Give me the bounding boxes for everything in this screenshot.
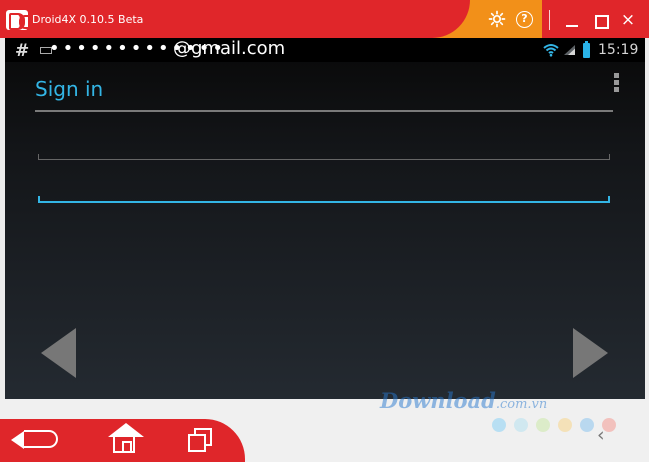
help-icon[interactable]: ?: [516, 11, 533, 28]
home-button[interactable]: [104, 423, 146, 456]
back-button[interactable]: [11, 424, 62, 456]
droid4x-logo: [6, 10, 28, 30]
sign-in-title: Sign in: [35, 77, 104, 101]
overflow-menu-icon[interactable]: [610, 73, 622, 95]
droid4x-window: Droid4X 0.10.5 Beta ? × # 15:19 Sign in …: [0, 0, 649, 462]
watermark-dot: [514, 418, 528, 432]
chevron-left-icon: ‹: [597, 424, 605, 446]
watermark-dot: [580, 418, 594, 432]
close-button[interactable]: ×: [618, 10, 638, 30]
recent-apps-button[interactable]: [180, 424, 222, 456]
back-icon: [11, 430, 58, 449]
password-field[interactable]: •••••••••••••: [38, 38, 610, 70]
watermark-dot: [492, 418, 506, 432]
header-divider: [35, 110, 613, 112]
download-watermark: Download.com.vn: [380, 388, 547, 413]
watermark-domain: .com.vn: [495, 397, 548, 412]
android-screen: # 15:19 Sign in @gmail.com •••••••••••••: [5, 38, 645, 399]
watermark-brand: Download: [380, 388, 496, 413]
notification-hash: #: [15, 41, 30, 61]
email-field-underline: [38, 154, 610, 160]
left-arrow-icon[interactable]: [41, 328, 76, 378]
watermark-dot: [558, 418, 572, 432]
right-arrow-icon[interactable]: [573, 328, 608, 378]
title-bar: Droid4X 0.10.5 Beta ? ×: [0, 0, 649, 38]
gear-icon[interactable]: [487, 10, 507, 30]
minimize-button[interactable]: [562, 10, 582, 30]
window-controls-divider: [549, 10, 550, 30]
home-icon: [108, 423, 144, 453]
window-title: Droid4X 0.10.5 Beta: [32, 13, 144, 26]
watermark-dot: [536, 418, 550, 432]
maximize-button[interactable]: [590, 10, 610, 30]
recent-apps-icon: [188, 434, 206, 452]
password-field-underline: [38, 196, 610, 203]
